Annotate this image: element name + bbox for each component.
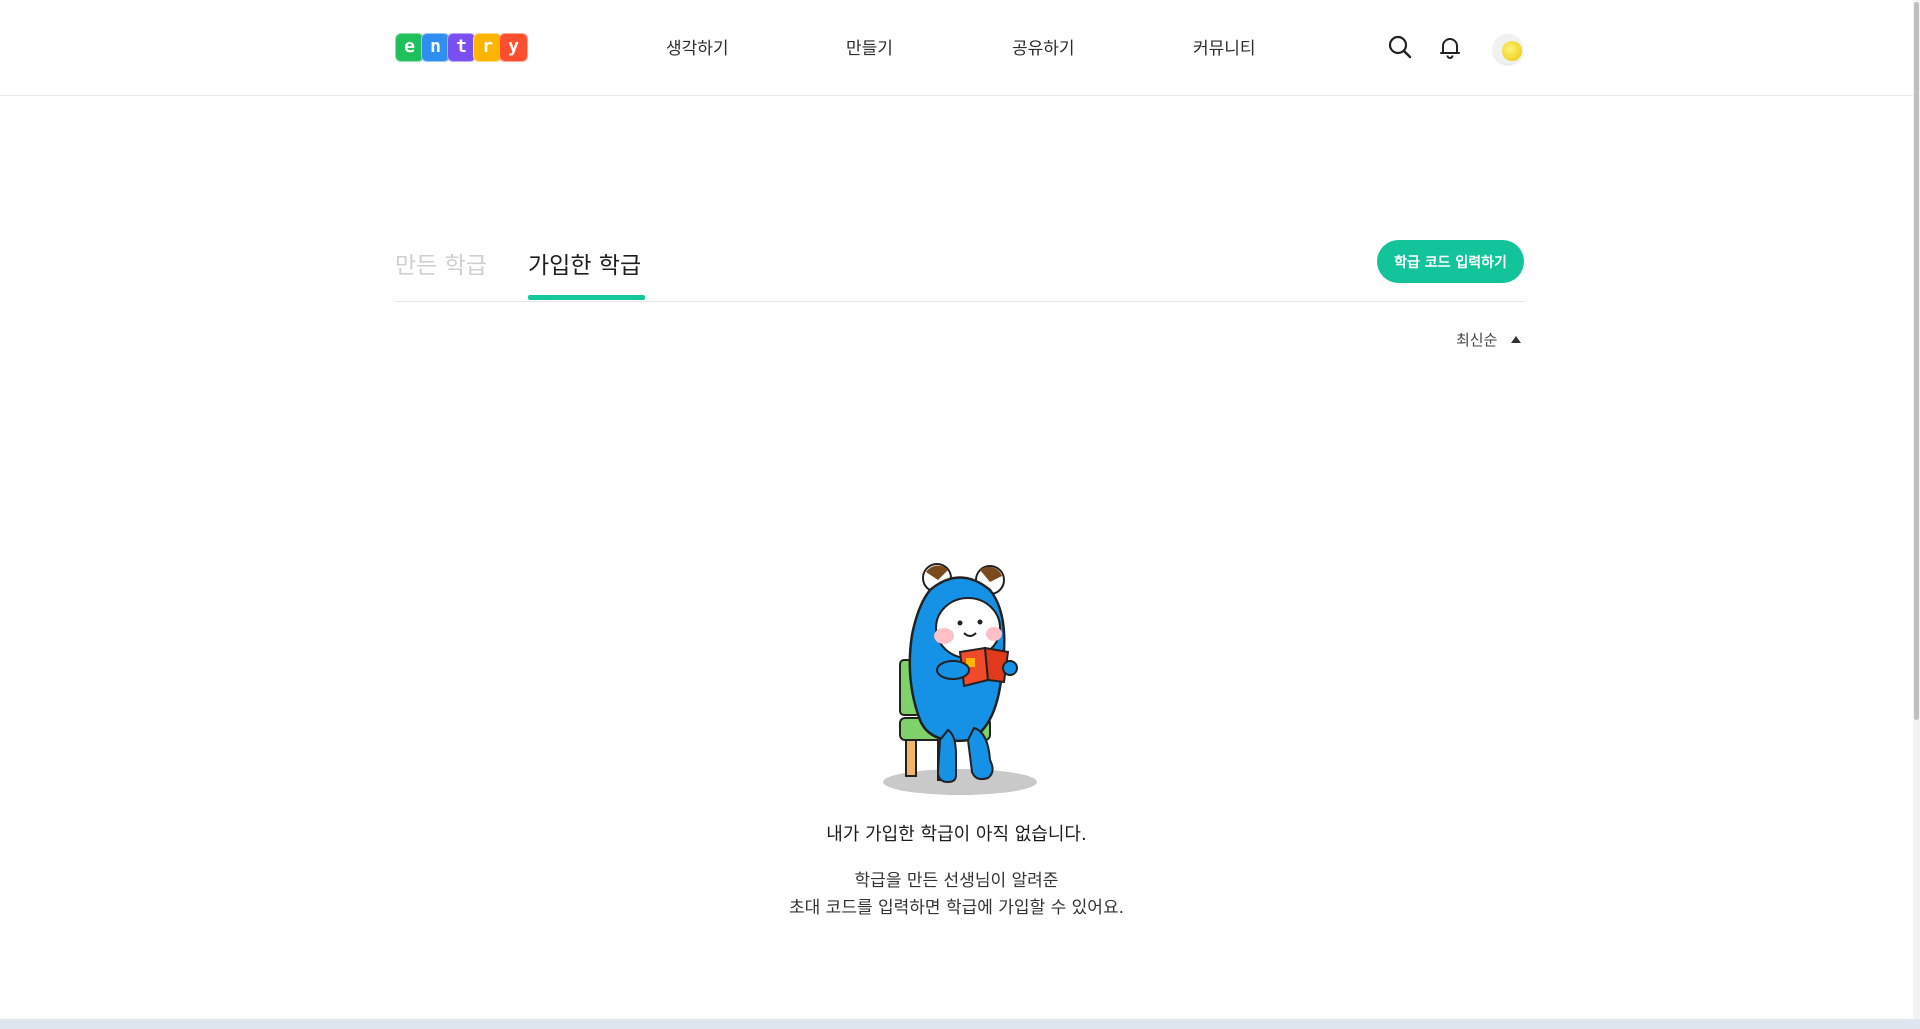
entry-bot-reading-illustration bbox=[870, 560, 1050, 800]
sort-label: 최신순 bbox=[1456, 331, 1498, 349]
active-tab-indicator bbox=[528, 295, 645, 300]
empty-state-title: 내가 가입한 학급이 아직 없습니다. bbox=[826, 824, 1087, 845]
triangle-up-icon bbox=[1511, 336, 1522, 343]
bell-icon[interactable] bbox=[1437, 34, 1463, 60]
nav-make[interactable]: 만들기 bbox=[846, 34, 893, 59]
empty-desc-line-1: 학급을 만든 선생님이 알려준 bbox=[854, 871, 1059, 891]
nav-share[interactable]: 공유하기 bbox=[1012, 34, 1075, 59]
entry-logo[interactable]: e n t r y bbox=[395, 33, 528, 62]
tabs-divider bbox=[395, 301, 1525, 302]
top-header: e n t r y 생각하기 만들기 공유하기 커뮤니티 bbox=[0, 0, 1913, 96]
sort-dropdown[interactable]: 최신순 bbox=[1456, 329, 1522, 350]
tab-created-classes[interactable]: 만든 학급 bbox=[395, 246, 487, 280]
moon-icon bbox=[1502, 41, 1522, 61]
logo-letter-r: r bbox=[473, 33, 502, 62]
empty-state-description: 학급을 만든 선생님이 알려준 초대 코드를 입력하면 학급에 가입할 수 있어… bbox=[0, 868, 1913, 922]
logo-letter-y: y bbox=[499, 33, 528, 62]
scrollbar-thumb[interactable] bbox=[1914, 2, 1919, 720]
logo-letter-n: n bbox=[421, 33, 450, 62]
enter-class-code-button[interactable]: 학급 코드 입력하기 bbox=[1377, 240, 1524, 283]
empty-desc-line-2: 초대 코드를 입력하면 학급에 가입할 수 있어요. bbox=[789, 898, 1124, 918]
search-icon[interactable] bbox=[1387, 34, 1413, 60]
nav-community[interactable]: 커뮤니티 bbox=[1193, 34, 1256, 59]
nav-think[interactable]: 생각하기 bbox=[666, 34, 729, 59]
user-avatar[interactable] bbox=[1493, 34, 1523, 64]
tab-joined-classes[interactable]: 가입한 학급 bbox=[528, 246, 641, 280]
logo-letter-e: e bbox=[395, 33, 424, 62]
bottom-edge bbox=[0, 1019, 1920, 1029]
logo-letter-t: t bbox=[447, 33, 476, 62]
